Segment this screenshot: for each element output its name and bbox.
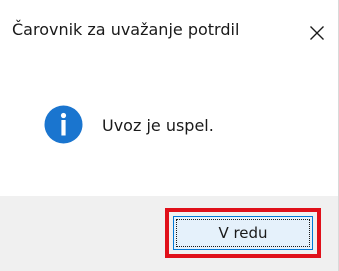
title-bar: Čarovnik za uvažanje potrdil [0,0,338,64]
dialog-content: Uvoz je uspel. [0,64,338,196]
close-icon [310,26,324,40]
dialog-title: Čarovnik za uvažanje potrdil [12,20,240,39]
ok-button-label: V redu [218,224,268,242]
message-text: Uvoz je uspel. [102,116,214,135]
info-icon [44,105,83,144]
close-button[interactable] [301,18,333,48]
ok-button[interactable]: V redu [173,216,313,250]
message-dialog: Čarovnik za uvažanje potrdil Uvoz je usp… [0,0,339,271]
